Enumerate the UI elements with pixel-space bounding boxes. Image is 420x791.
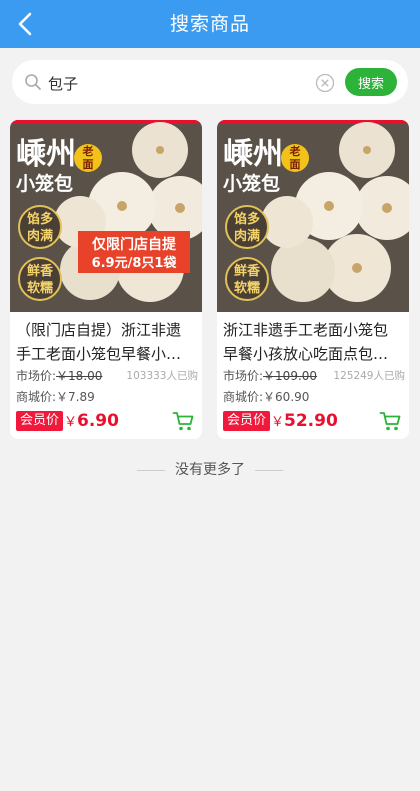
market-price-row: 市场价:￥109.00 125249人已购 [223,367,405,387]
search-button[interactable]: 搜索 [345,68,397,96]
product-card[interactable]: 嵊州 小笼包 老 面 馅多 肉满 鲜香 软糯 仅限门店自提 6.9元/8只1袋 … [10,120,202,439]
member-price-row: 会员价 ￥6.90 [16,409,198,433]
image-seal-2-bottom: 软糯 [27,280,53,296]
search-icon [25,74,41,90]
mall-price-row: 商城价:￥60.90 [223,388,309,405]
member-price: ￥6.90 [64,409,119,435]
member-price-value: 52.90 [284,411,338,431]
sold-count: 125249人已购 [333,370,405,382]
cart-icon[interactable] [379,410,401,432]
search-input[interactable] [46,68,310,98]
divider [137,469,165,471]
member-badge: 会员价 [16,411,64,431]
market-price-row: 市场价:￥18.00 103333人已购 [16,367,198,387]
member-badge: 会员价 [223,411,271,431]
page-title: 搜索商品 [169,13,250,35]
image-seal-1-top: 馅多 [234,211,260,227]
no-more-indicator: 没有更多了 [0,459,420,481]
market-price-label: 市场价: [16,369,57,383]
market-price-label: 市场价: [223,369,264,383]
mall-price-row: 商城价:￥7.89 [16,388,95,405]
image-seal-1-bottom: 肉满 [27,228,53,244]
currency-symbol: ￥ [64,415,78,430]
currency-symbol: ￥ [271,415,285,430]
product-image[interactable]: 嵊州 小笼包 老 面 馅多 肉满 鲜香 软糯 [217,120,409,312]
product-image[interactable]: 嵊州 小笼包 老 面 馅多 肉满 鲜香 软糯 仅限门店自提 6.9元/8只1袋 [10,120,202,312]
image-seal-1-bottom: 肉满 [234,228,260,244]
image-headline-2: 小笼包 [16,172,73,195]
clear-icon[interactable] [315,73,335,93]
image-seal-2-bottom: 软糯 [234,280,260,296]
image-headline-2: 小笼包 [223,172,280,195]
product-title-line: 浙江非遗手工老面小笼包 [223,321,389,339]
image-seal-1-top: 馅多 [27,211,53,227]
search-bar: 搜索 [12,60,408,104]
product-title[interactable]: （限门店自提）浙江非遗 手工老面小笼包早餐小… [16,318,198,366]
mall-price-label: 商城价: [223,390,264,404]
image-badge-bottom: 面 [83,158,94,171]
sold-count: 103333人已购 [126,370,198,382]
cart-icon[interactable] [172,410,194,432]
market-price: ￥109.00 [263,369,318,383]
mall-price: ￥7.89 [56,390,95,404]
image-promo-line-1: 仅限门店自提 [91,236,177,253]
product-title-line: 早餐小孩放心吃面点包… [223,345,389,363]
product-title[interactable]: 浙江非遗手工老面小笼包 早餐小孩放心吃面点包… [223,318,405,366]
image-headline-1: 嵊州 [223,137,283,172]
image-headline-1: 嵊州 [16,137,76,172]
market-price: ￥18.00 [56,369,103,383]
member-price-value: 6.90 [77,411,119,431]
no-more-text: 没有更多了 [175,462,245,478]
member-price: ￥52.90 [271,409,338,435]
header-bar: 搜索商品 [0,0,420,48]
image-badge-top: 老 [289,144,301,158]
divider [255,469,283,471]
mall-price-label: 商城价: [16,390,57,404]
image-badge-bottom: 面 [290,158,301,171]
mall-price: ￥60.90 [263,390,310,404]
product-title-line: （限门店自提）浙江非遗 [16,321,182,339]
image-promo-line-2: 6.9元/8只1袋 [92,255,178,271]
image-seal-2-top: 鲜香 [234,263,261,279]
image-seal-2-top: 鲜香 [27,263,54,279]
member-price-row: 会员价 ￥52.90 [223,409,405,433]
image-badge-top: 老 [82,144,94,158]
product-card[interactable]: 嵊州 小笼包 老 面 馅多 肉满 鲜香 软糯 浙江非遗手工老面小笼包 早餐小孩放… [217,120,409,439]
product-title-line: 手工老面小笼包早餐小… [16,345,182,363]
